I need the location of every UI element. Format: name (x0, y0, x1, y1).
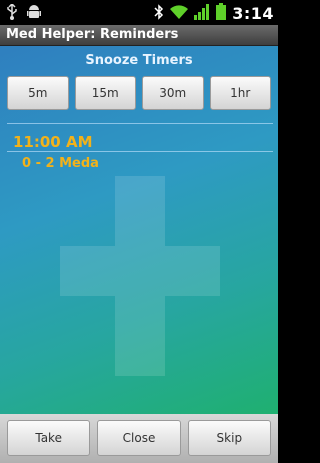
divider (7, 123, 273, 124)
status-bar: 3:14 (0, 0, 278, 25)
wifi-icon (170, 4, 189, 23)
snooze-buttons: 5m 15m 30m 1hr (7, 76, 271, 110)
battery-icon (216, 3, 227, 24)
android-debug-icon (27, 4, 41, 24)
divider (7, 151, 273, 152)
reminder-time: 11:00 AM (13, 133, 93, 151)
medical-cross-watermark-icon (60, 176, 220, 376)
usb-icon (6, 2, 18, 24)
take-button[interactable]: Take (7, 420, 91, 456)
reminder-medication[interactable]: 0 - 2 Meda (22, 156, 99, 171)
app-title: Med Helper: Reminders (6, 27, 179, 42)
reminder-panel: Snooze Timers 5m 15m 30m 1hr 11:00 AM 0 … (0, 46, 278, 414)
signal-icon (194, 3, 210, 24)
snooze-30m-button[interactable]: 30m (142, 76, 204, 110)
skip-button[interactable]: Skip (187, 420, 271, 456)
snooze-title: Snooze Timers (85, 53, 193, 68)
close-button[interactable]: Close (97, 420, 181, 456)
snooze-1hr-button[interactable]: 1hr (209, 76, 271, 110)
app-title-bar: Med Helper: Reminders (0, 25, 278, 46)
clock-time: 3:14 (232, 4, 274, 23)
action-bar: Take Close Skip (0, 414, 278, 463)
bluetooth-icon (154, 3, 164, 24)
snooze-5m-button[interactable]: 5m (7, 76, 69, 110)
snooze-15m-button[interactable]: 15m (74, 76, 136, 110)
